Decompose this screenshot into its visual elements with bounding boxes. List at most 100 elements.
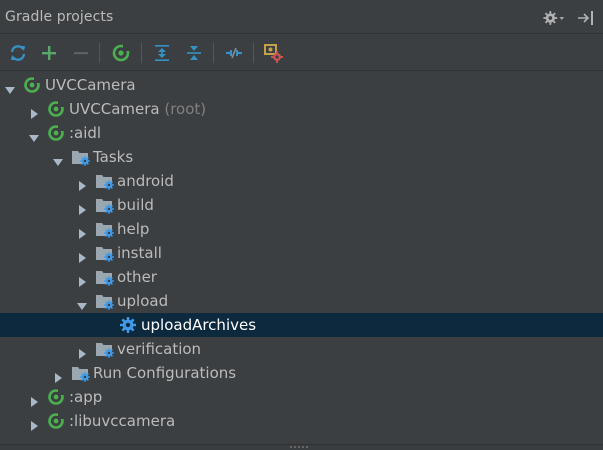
add-project-button[interactable] — [38, 42, 60, 64]
collapse-toggle[interactable] — [77, 296, 87, 310]
collapse-all-button[interactable] — [183, 42, 205, 64]
header-actions — [543, 8, 597, 28]
expand-toggle[interactable] — [77, 200, 87, 215]
collapse-all-icon — [187, 46, 201, 60]
tree-node-text: :aidl — [69, 124, 102, 142]
tree-row[interactable]: :app — [0, 385, 603, 409]
gradle-settings-button[interactable] — [262, 42, 284, 64]
offline-mode-button[interactable] — [223, 42, 245, 64]
gradle-settings-icon — [264, 44, 283, 63]
gradle-module-icon — [47, 100, 65, 118]
tree-node-text: help — [117, 220, 150, 238]
toolbar-separator — [253, 43, 254, 63]
expand-toggle[interactable] — [77, 344, 87, 359]
task-folder-icon — [95, 220, 114, 238]
tree-row[interactable]: :libuvccamera — [0, 409, 603, 433]
tree-row[interactable]: upload — [0, 289, 603, 313]
minus-icon — [74, 52, 88, 55]
tree-node-text: verification — [117, 340, 202, 358]
chevron-down-icon — [53, 159, 63, 166]
tree-row[interactable]: Tasks — [0, 145, 603, 169]
chevron-right-icon — [79, 181, 86, 191]
tree-row[interactable]: build — [0, 193, 603, 217]
expand-toggle[interactable] — [77, 248, 87, 263]
chevron-down-icon — [77, 303, 87, 310]
tree-node-text: UVCCamera — [69, 100, 160, 118]
tree-row[interactable]: :aidl — [0, 121, 603, 145]
gradle-icon — [112, 44, 130, 62]
plus-icon — [42, 46, 56, 60]
expand-toggle[interactable] — [53, 368, 63, 383]
chevron-down-icon — [5, 87, 15, 94]
tree-node-label: uploadArchives — [141, 316, 256, 334]
tree-node-label: android — [117, 172, 174, 190]
tree-node-text: other — [117, 268, 157, 286]
tree-node-label: install — [117, 244, 162, 262]
task-folder-icon — [95, 340, 114, 358]
task-folder-icon — [71, 364, 90, 382]
expand-toggle[interactable] — [77, 224, 87, 239]
hide-panel-icon[interactable] — [575, 9, 597, 27]
task-folder-icon — [95, 172, 114, 190]
task-folder-icon — [71, 148, 90, 166]
collapse-toggle[interactable] — [29, 128, 39, 142]
tree-row[interactable]: Run Configurations — [0, 361, 603, 385]
tree-row[interactable]: UVCCamera (root) — [0, 97, 603, 121]
collapse-toggle[interactable] — [5, 80, 15, 94]
remove-project-button[interactable] — [70, 42, 92, 64]
tree-node-label: Tasks — [93, 148, 133, 166]
chevron-right-icon — [79, 277, 86, 287]
task-folder-icon — [95, 268, 114, 286]
chevron-right-icon — [55, 373, 62, 383]
tree-node-text: Tasks — [93, 148, 134, 166]
tree-row[interactable]: other — [0, 265, 603, 289]
execute-task-button[interactable] — [110, 42, 132, 64]
tree-row[interactable]: verification — [0, 337, 603, 361]
expand-toggle[interactable] — [29, 392, 39, 407]
tree-row[interactable]: uploadArchives — [0, 313, 603, 337]
tree-row[interactable]: android — [0, 169, 603, 193]
collapse-toggle[interactable] — [53, 152, 63, 166]
chevron-right-icon — [79, 253, 86, 263]
gradle-module-icon — [23, 76, 41, 94]
refresh-all-button[interactable] — [7, 42, 29, 64]
expand-all-icon — [155, 45, 169, 61]
tree-node-label: verification — [117, 340, 201, 358]
gradle-module-icon — [47, 388, 65, 406]
tree-node-label: build — [117, 196, 154, 214]
expand-toggle[interactable] — [77, 272, 87, 287]
tree-node-suffix: (root) — [159, 100, 207, 118]
tree-node-label: upload — [117, 292, 168, 310]
tree-row[interactable]: help — [0, 217, 603, 241]
resize-bar[interactable] — [0, 444, 603, 450]
expand-toggle[interactable] — [29, 416, 39, 431]
gear-icon[interactable] — [543, 9, 565, 27]
resize-grip[interactable] — [290, 446, 310, 449]
tree-node-label: UVCCamera (root) — [69, 100, 206, 118]
tree-node-text: build — [117, 196, 154, 214]
tree-node-label: :app — [69, 388, 102, 406]
chevron-right-icon — [31, 397, 38, 407]
expand-toggle[interactable] — [77, 176, 87, 191]
chevron-down-icon — [29, 135, 39, 142]
chevron-right-icon — [79, 349, 86, 359]
tree-node-label: UVCCamera — [45, 76, 136, 94]
tree-node-text: :app — [69, 388, 103, 406]
gradle-module-icon — [47, 412, 65, 430]
tree-node-text: android — [117, 172, 174, 190]
tree-node-label: :aidl — [69, 124, 101, 142]
tree-row[interactable]: install — [0, 241, 603, 265]
tree-node-text: UVCCamera — [45, 76, 136, 94]
expand-all-button[interactable] — [151, 42, 173, 64]
toolbar — [0, 35, 603, 71]
expand-toggle[interactable] — [29, 104, 39, 119]
gradle-projects-panel: Gradle projects UVCCamera UVCCamera (roo… — [0, 0, 603, 450]
toolbar-separator — [213, 43, 214, 63]
tree-node-label: help — [117, 220, 149, 238]
tree-node-text: upload — [117, 292, 169, 310]
tree-row[interactable]: UVCCamera — [0, 73, 603, 97]
task-folder-icon — [95, 196, 114, 214]
chevron-right-icon — [31, 421, 38, 431]
panel-header: Gradle projects — [0, 0, 603, 34]
task-folder-icon — [95, 244, 114, 262]
